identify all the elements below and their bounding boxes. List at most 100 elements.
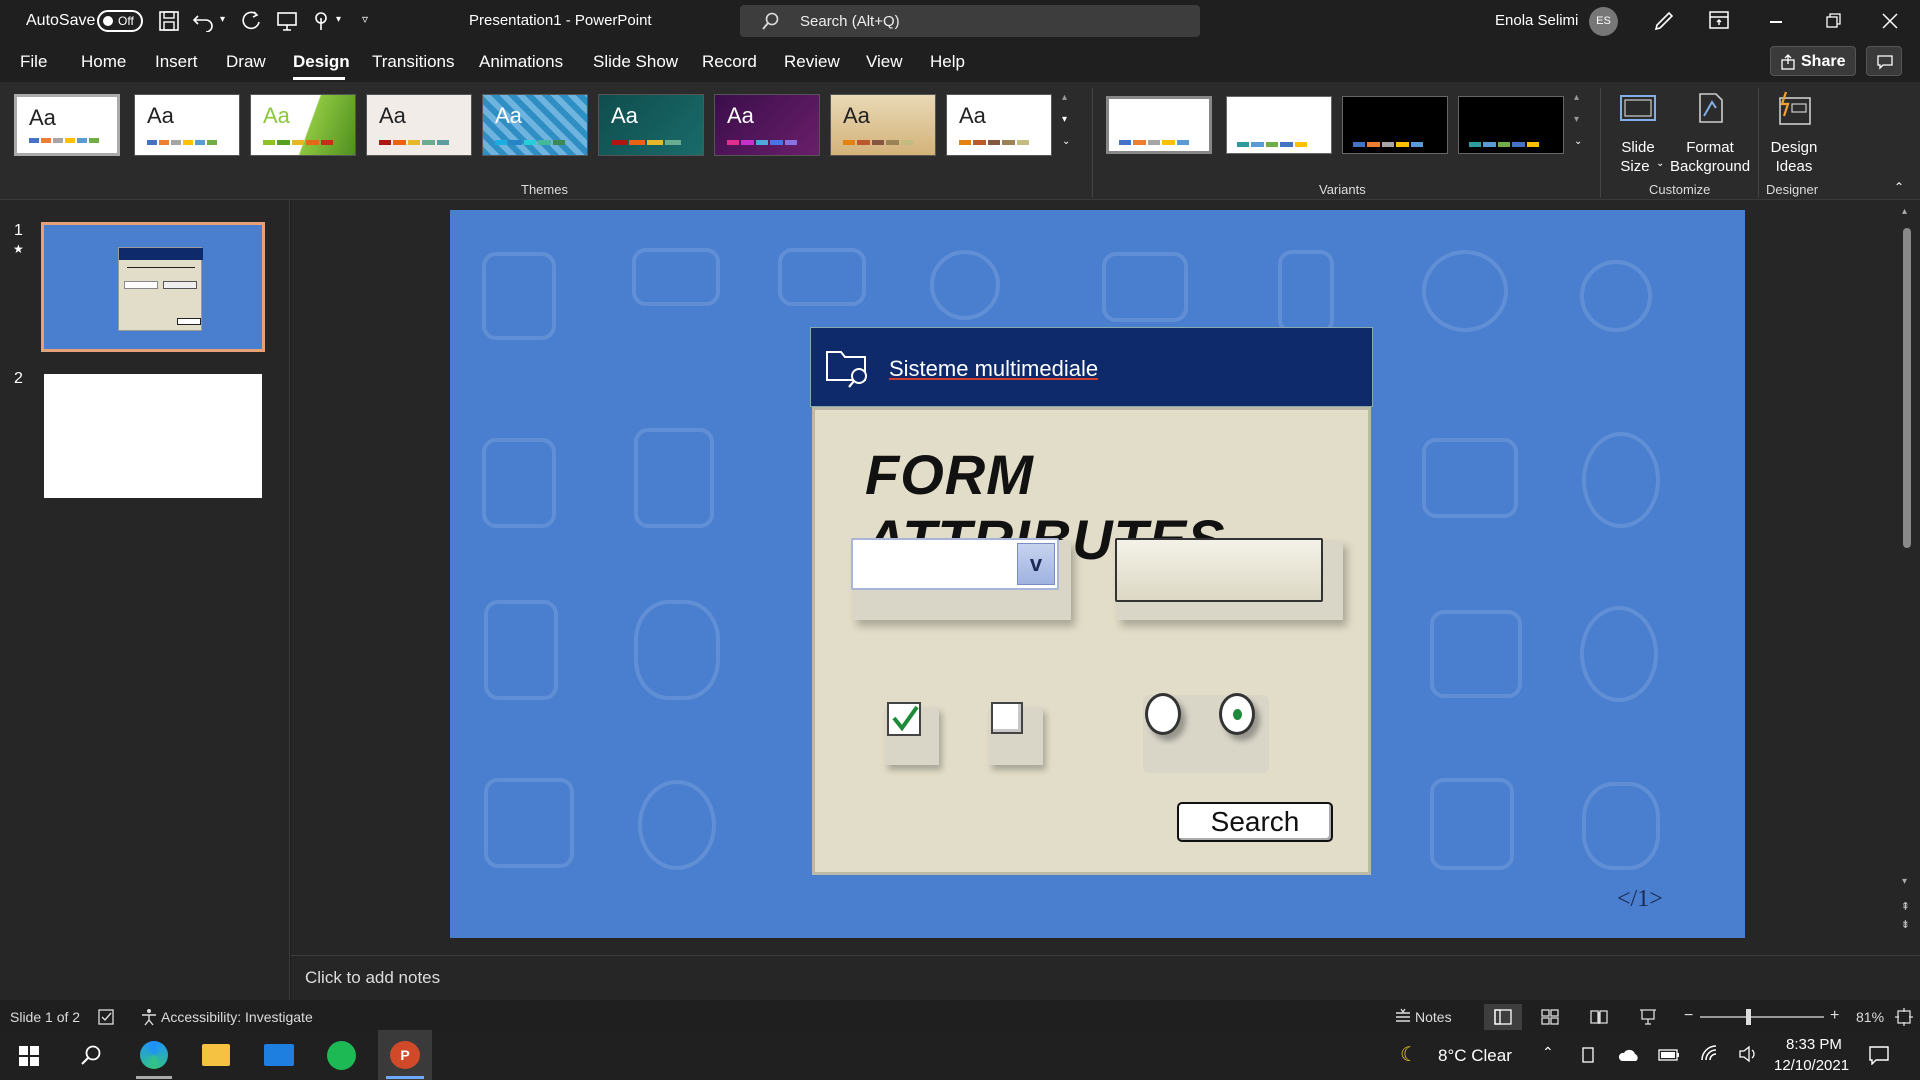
tab-record[interactable]: Record bbox=[702, 52, 757, 72]
dropdown-arrow-button[interactable]: v bbox=[1017, 543, 1055, 585]
theme-integral[interactable]: Aa bbox=[366, 94, 472, 156]
volume-icon[interactable] bbox=[1738, 1045, 1758, 1063]
theme-office[interactable]: Aa bbox=[14, 94, 120, 156]
collapse-ribbon-icon[interactable]: ⌃ bbox=[1894, 180, 1904, 194]
device-icon[interactable] bbox=[1580, 1046, 1596, 1064]
variant-2[interactable] bbox=[1226, 96, 1332, 154]
zoom-slider[interactable] bbox=[1700, 1009, 1824, 1025]
undo-dropdown-icon[interactable]: ▾ bbox=[220, 14, 225, 25]
minimize-icon[interactable] bbox=[1770, 21, 1782, 23]
themes-scroll[interactable]: ▴ ▾ ⌄ bbox=[1062, 92, 1076, 158]
present-icon[interactable] bbox=[276, 10, 298, 32]
scroll-up-icon[interactable]: ▴ bbox=[1062, 92, 1067, 103]
slide-1-thumbnail[interactable] bbox=[41, 222, 265, 352]
notes-pane[interactable]: Click to add notes bbox=[291, 955, 1920, 1000]
spotify-icon[interactable] bbox=[327, 1041, 356, 1070]
zoom-slider-thumb[interactable] bbox=[1746, 1009, 1751, 1025]
dropdown-field[interactable]: v bbox=[851, 538, 1059, 590]
mail-icon[interactable] bbox=[264, 1044, 294, 1066]
tab-design[interactable]: Design bbox=[293, 52, 350, 72]
scrollbar-thumb[interactable] bbox=[1903, 228, 1911, 548]
theme-organic[interactable]: Aa bbox=[714, 94, 820, 156]
fit-to-window-icon[interactable] bbox=[1895, 1008, 1913, 1026]
tab-transitions[interactable]: Transitions bbox=[372, 52, 455, 72]
tab-view[interactable]: View bbox=[866, 52, 903, 72]
show-hidden-icons-icon[interactable]: ⌃ bbox=[1542, 1044, 1554, 1061]
scroll-up-icon[interactable]: ▴ bbox=[1574, 92, 1579, 103]
restore-icon[interactable] bbox=[1826, 13, 1842, 29]
design-ideas-button[interactable]: Design Ideas bbox=[1764, 90, 1824, 176]
pen-icon[interactable] bbox=[1652, 9, 1676, 33]
tab-animations[interactable]: Animations bbox=[479, 52, 563, 72]
tab-review[interactable]: Review bbox=[784, 52, 840, 72]
variants-scroll[interactable]: ▴ ▾ ⌄ bbox=[1574, 92, 1588, 158]
theme-retrospect[interactable]: Aa bbox=[830, 94, 936, 156]
previous-slide-icon[interactable]: ⇞ bbox=[1901, 900, 1910, 913]
variant-3[interactable] bbox=[1342, 96, 1448, 154]
tab-file[interactable]: File bbox=[20, 52, 47, 72]
scroll-down-icon[interactable]: ▾ bbox=[1902, 876, 1907, 887]
more-icon[interactable]: ⌄ bbox=[1062, 136, 1070, 147]
accessibility-status[interactable]: Accessibility: Investigate bbox=[161, 1009, 313, 1025]
form-dialog[interactable]: Sisteme multimediale FORM ATTRIBUTES v S… bbox=[810, 327, 1373, 875]
scroll-down-icon[interactable]: ▾ bbox=[1062, 114, 1067, 125]
customize-qat-icon[interactable]: ▿ bbox=[362, 12, 368, 26]
save-icon[interactable] bbox=[158, 10, 180, 32]
windows-start-icon[interactable] bbox=[18, 1045, 40, 1067]
theme-facet[interactable]: Aa bbox=[250, 94, 356, 156]
clock-date[interactable]: 12/10/2021 bbox=[1774, 1057, 1849, 1074]
touch-dropdown-icon[interactable]: ▾ bbox=[336, 14, 341, 25]
scroll-up-icon[interactable]: ▴ bbox=[1902, 206, 1907, 217]
theme-ion[interactable]: Aa bbox=[598, 94, 704, 156]
spelling-check-icon[interactable] bbox=[98, 1008, 116, 1026]
battery-icon[interactable] bbox=[1658, 1048, 1680, 1062]
tab-draw[interactable]: Draw bbox=[226, 52, 266, 72]
file-explorer-icon[interactable] bbox=[202, 1044, 230, 1066]
zoom-out-icon[interactable]: − bbox=[1684, 1007, 1693, 1025]
powerpoint-taskbar-button[interactable]: P bbox=[378, 1030, 432, 1080]
theme-slice[interactable]: Aa bbox=[946, 94, 1052, 156]
undo-icon[interactable] bbox=[192, 10, 214, 32]
avatar[interactable]: ES bbox=[1589, 7, 1618, 36]
variant-1[interactable] bbox=[1106, 96, 1212, 154]
next-slide-icon[interactable]: ⇟ bbox=[1901, 918, 1910, 931]
zoom-in-icon[interactable]: + bbox=[1830, 1007, 1839, 1025]
format-background-button[interactable]: Format Background bbox=[1670, 90, 1750, 176]
checkbox-unchecked[interactable] bbox=[991, 702, 1023, 734]
accessibility-icon[interactable] bbox=[140, 1008, 158, 1026]
weather-text[interactable]: 8°C Clear bbox=[1438, 1046, 1512, 1066]
taskbar-search-icon[interactable] bbox=[80, 1044, 102, 1066]
wifi-icon[interactable] bbox=[1700, 1044, 1720, 1064]
notification-center-icon[interactable] bbox=[1868, 1045, 1890, 1065]
edge-taskbar-button[interactable] bbox=[128, 1030, 180, 1080]
ribbon-display-icon[interactable] bbox=[1708, 10, 1730, 30]
form-button[interactable] bbox=[1115, 538, 1323, 602]
touch-mode-icon[interactable] bbox=[310, 10, 332, 32]
clock-time[interactable]: 8:33 PM bbox=[1786, 1036, 1842, 1053]
autosave-toggle[interactable]: Off bbox=[97, 10, 143, 32]
variant-4[interactable] bbox=[1458, 96, 1564, 154]
slide-2-thumbnail[interactable] bbox=[44, 374, 262, 498]
theme-office-2[interactable]: Aa bbox=[134, 94, 240, 156]
more-icon[interactable]: ⌄ bbox=[1574, 136, 1582, 147]
notes-icon[interactable] bbox=[1394, 1008, 1412, 1026]
comments-button[interactable] bbox=[1866, 46, 1902, 76]
onedrive-icon[interactable] bbox=[1618, 1047, 1640, 1063]
share-button[interactable]: Share bbox=[1770, 46, 1856, 76]
slide-show-icon[interactable] bbox=[1639, 1008, 1657, 1026]
search-box[interactable]: Search (Alt+Q) bbox=[740, 5, 1200, 37]
scroll-down-icon[interactable]: ▾ bbox=[1574, 114, 1579, 125]
tab-help[interactable]: Help bbox=[930, 52, 965, 72]
radio-unselected[interactable] bbox=[1145, 693, 1181, 735]
slide-size-button[interactable]: Slide Size ⌄ bbox=[1612, 90, 1664, 176]
zoom-level[interactable]: 81% bbox=[1856, 1009, 1884, 1025]
redo-icon[interactable] bbox=[240, 10, 262, 32]
theme-ion-boardroom[interactable]: Aa bbox=[482, 94, 588, 156]
tab-slide-show[interactable]: Slide Show bbox=[593, 52, 678, 72]
slide-sorter-icon[interactable] bbox=[1541, 1009, 1559, 1025]
tab-home[interactable]: Home bbox=[81, 52, 126, 72]
vertical-scrollbar[interactable]: ▴ ▾ bbox=[1900, 206, 1914, 896]
checkbox-checked[interactable] bbox=[887, 702, 921, 736]
search-button[interactable]: Search bbox=[1177, 802, 1333, 842]
notes-label[interactable]: Notes bbox=[1415, 1009, 1452, 1025]
